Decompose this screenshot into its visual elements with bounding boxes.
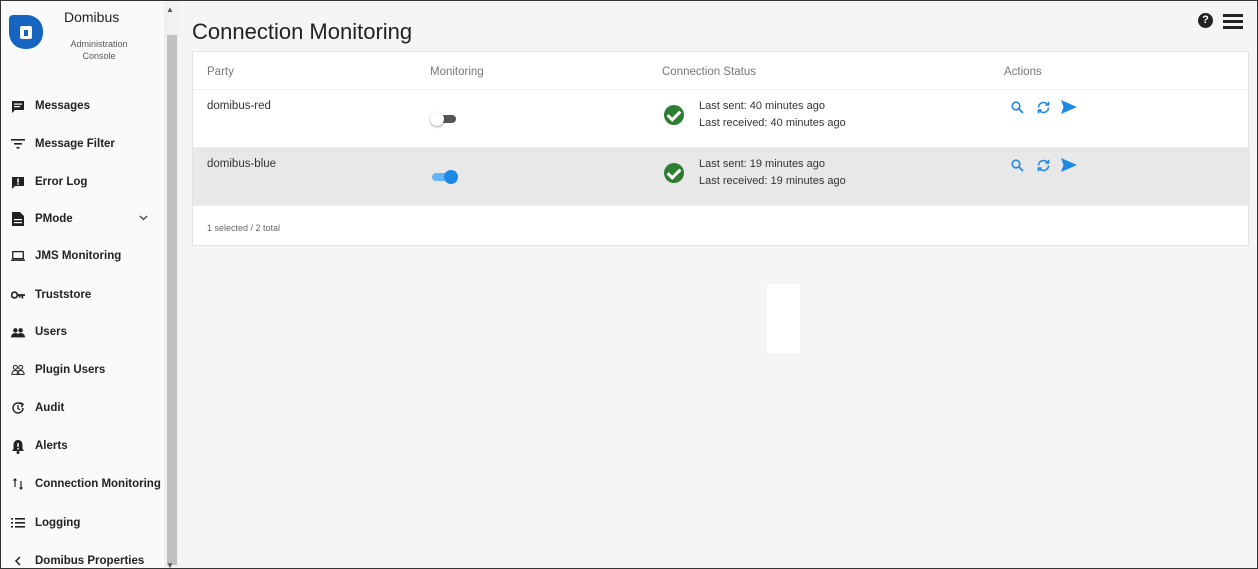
- column-header-monitoring[interactable]: Monitoring: [430, 66, 484, 78]
- brand-subtitle-line1: Administration: [70, 39, 128, 49]
- scroll-down-arrow-icon[interactable]: ▼: [166, 561, 174, 568]
- last-sent-text: Last sent: 19 minutes ago: [699, 158, 825, 170]
- last-received-text: Last received: 40 minutes ago: [699, 117, 846, 129]
- chevron-left-icon: [11, 554, 25, 568]
- sidebar-item-label: Connection Monitoring: [35, 478, 161, 490]
- sidebar-item-alerts[interactable]: Alerts: [1, 428, 165, 464]
- message-icon: [11, 99, 25, 113]
- swap-vertical-icon: [11, 477, 25, 491]
- sidebar-item-connection-monitoring[interactable]: Connection Monitoring: [1, 466, 165, 502]
- sidebar-item-error-log[interactable]: Error Log: [1, 164, 165, 200]
- list-icon: [11, 516, 25, 530]
- sidebar: Domibus Administration Console Messages …: [1, 1, 179, 568]
- search-icon[interactable]: [1008, 156, 1026, 174]
- sidebar-item-truststore[interactable]: Truststore: [1, 277, 165, 313]
- row-actions: [1008, 98, 1086, 116]
- toggle-knob: [444, 170, 458, 184]
- sidebar-item-message-filter[interactable]: Message Filter: [1, 126, 165, 162]
- sidebar-item-label: Domibus Properties: [35, 555, 145, 567]
- sidebar-item-plugin-users[interactable]: Plugin Users: [1, 352, 165, 388]
- column-header-actions: Actions: [1004, 66, 1042, 78]
- brand-title: Domibus: [64, 9, 120, 25]
- blank-panel: [767, 284, 800, 353]
- brand[interactable]: Domibus Administration Console: [7, 7, 167, 69]
- brand-subtitle-line2: Console: [82, 51, 116, 61]
- send-icon[interactable]: [1060, 156, 1078, 174]
- app-window: Domibus Administration Console Messages …: [0, 0, 1258, 569]
- hamburger-menu-icon[interactable]: [1223, 14, 1243, 30]
- check-circle-icon: [664, 163, 684, 183]
- column-header-connection-status[interactable]: Connection Status: [662, 66, 756, 78]
- sidebar-item-label: Plugin Users: [35, 364, 106, 376]
- sidebar-item-label: Alerts: [35, 440, 68, 452]
- check-circle-icon: [664, 105, 684, 125]
- scroll-up-arrow-icon[interactable]: ▲: [166, 5, 174, 14]
- last-sent-text: Last sent: 40 minutes ago: [699, 100, 825, 112]
- party-name: domibus-red: [207, 100, 271, 112]
- history-icon: [11, 401, 25, 415]
- sidebar-item-label: Error Log: [35, 176, 88, 188]
- table-row-selected[interactable]: domibus-blue Last sent: 19 minutes ago L…: [193, 148, 1250, 206]
- bell-icon: [11, 439, 25, 454]
- monitoring-toggle[interactable]: [430, 170, 458, 184]
- plugin-users-icon: [11, 363, 25, 377]
- monitoring-toggle[interactable]: [430, 112, 458, 126]
- toggle-knob: [430, 112, 444, 126]
- chevron-down-icon[interactable]: [139, 213, 148, 223]
- sidebar-item-label: JMS Monitoring: [35, 250, 122, 262]
- sidebar-item-messages[interactable]: Messages: [1, 88, 165, 124]
- sidebar-item-label: Message Filter: [35, 138, 115, 150]
- search-icon[interactable]: [1008, 98, 1026, 116]
- sidebar-item-label: Messages: [35, 100, 90, 112]
- sidebar-item-label: Audit: [35, 402, 65, 414]
- sidebar-item-users[interactable]: Users: [1, 314, 165, 350]
- laptop-icon: [11, 249, 25, 263]
- send-icon[interactable]: [1060, 98, 1078, 116]
- help-icon[interactable]: ?: [1198, 13, 1213, 28]
- sidebar-item-jms-monitoring[interactable]: JMS Monitoring: [1, 238, 165, 274]
- sidebar-item-label: PMode: [35, 213, 73, 225]
- row-actions: [1008, 156, 1086, 174]
- sidebar-item-label: Logging: [35, 517, 81, 529]
- connection-monitoring-table: Party Monitoring Connection Status Actio…: [192, 51, 1250, 246]
- domibus-logo-icon: [9, 15, 43, 49]
- sidebar-item-audit[interactable]: Audit: [1, 390, 165, 426]
- sidebar-item-label: Truststore: [35, 289, 92, 301]
- sidebar-item-pmode[interactable]: PMode: [1, 201, 165, 237]
- party-name: domibus-blue: [207, 158, 277, 170]
- refresh-icon[interactable]: [1034, 156, 1052, 174]
- main-content: Connection Monitoring ? Party Monitoring…: [179, 1, 1257, 568]
- page-title: Connection Monitoring: [192, 19, 413, 44]
- column-header-party[interactable]: Party: [207, 66, 234, 78]
- sidebar-item-domibus-properties[interactable]: Domibus Properties: [1, 543, 165, 568]
- selection-count: 1 selected / 2 total: [207, 223, 281, 233]
- document-icon: [11, 212, 25, 226]
- sidebar-item-label: Users: [35, 326, 67, 338]
- refresh-icon[interactable]: [1034, 98, 1052, 116]
- sidebar-scroll-thumb[interactable]: [167, 35, 177, 565]
- table-header: Party Monitoring Connection Status Actio…: [193, 52, 1250, 90]
- table-row[interactable]: domibus-red Last sent: 40 minutes ago La…: [193, 90, 1250, 148]
- filter-icon: [11, 137, 25, 151]
- key-icon: [11, 288, 25, 302]
- error-log-icon: [11, 175, 25, 189]
- users-icon: [11, 325, 25, 339]
- last-received-text: Last received: 19 minutes ago: [699, 175, 846, 187]
- sidebar-item-logging[interactable]: Logging: [1, 505, 165, 541]
